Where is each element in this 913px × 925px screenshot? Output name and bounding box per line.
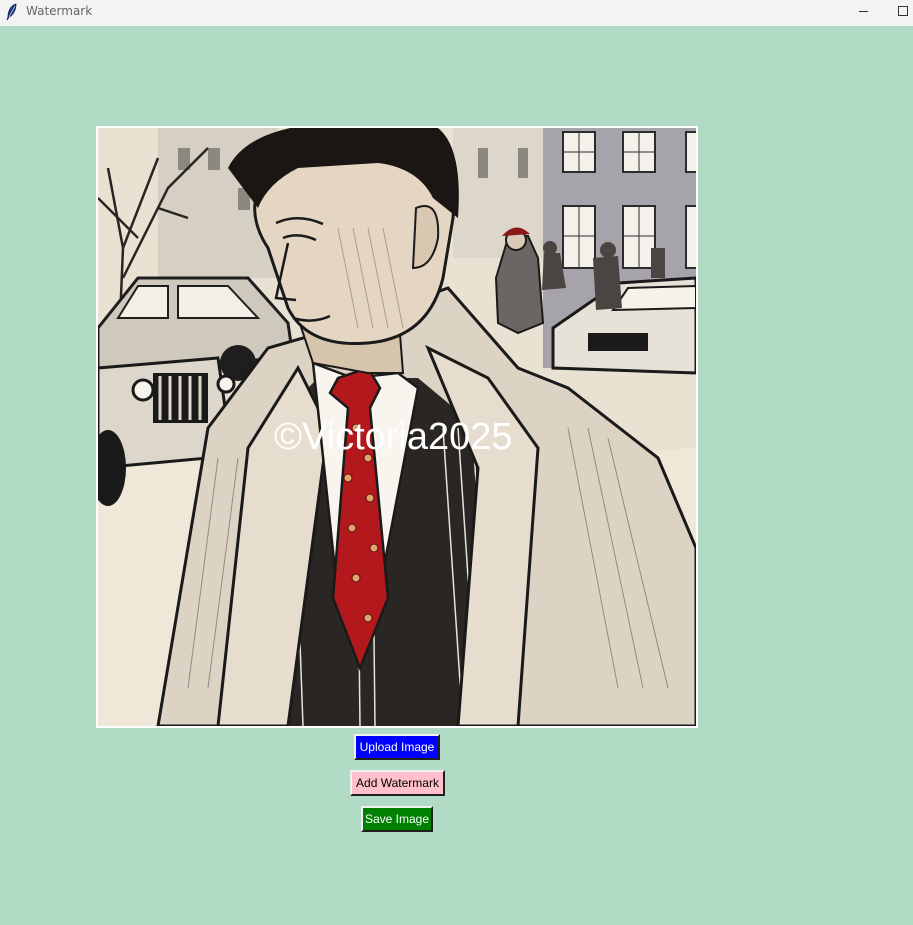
watermark-text: ©Victoria2025: [274, 416, 513, 458]
app-window: Watermark ©Victoria2025 Upload Image Add…: [0, 0, 913, 925]
add-watermark-button[interactable]: Add Watermark: [350, 770, 445, 796]
image-preview: ©Victoria2025: [96, 126, 698, 728]
minimize-icon[interactable]: [848, 0, 878, 22]
upload-image-button[interactable]: Upload Image: [354, 734, 440, 760]
maximize-icon[interactable]: [895, 0, 913, 22]
title-bar[interactable]: Watermark: [0, 0, 913, 26]
feather-icon: [5, 3, 19, 21]
window-title: Watermark: [26, 4, 93, 18]
save-image-button[interactable]: Save Image: [361, 806, 433, 832]
